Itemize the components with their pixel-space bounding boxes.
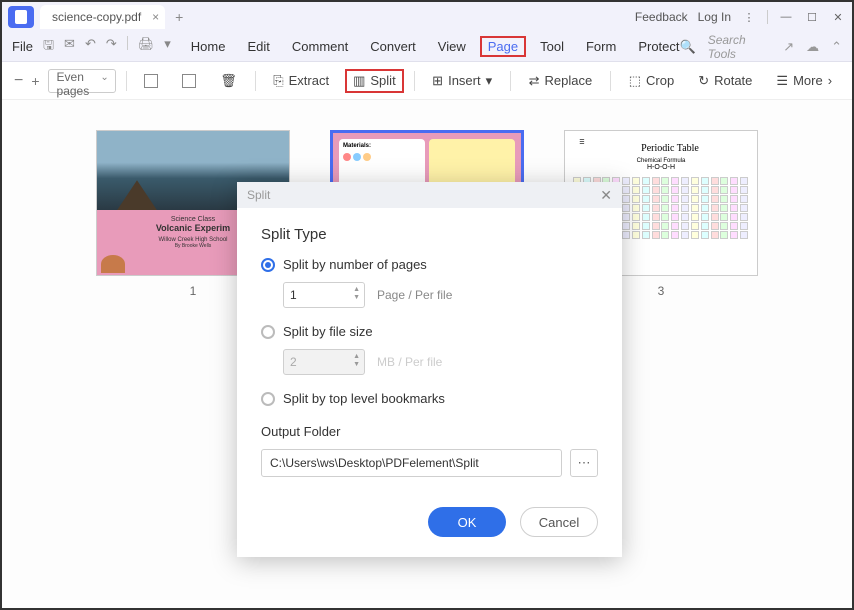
box-tool-2[interactable] <box>174 70 204 92</box>
feedback-link[interactable]: Feedback <box>635 10 688 24</box>
radio-split-pages[interactable]: Split by number of pages <box>261 257 598 272</box>
undo-icon[interactable]: ↶ <box>85 36 96 58</box>
split-dialog: Split ✕ Split Type Split by number of pa… <box>237 182 622 557</box>
menu-form[interactable]: Form <box>586 39 616 54</box>
radio-split-size[interactable]: Split by file size <box>261 324 598 339</box>
size-per-file-input: 2▲▼ <box>283 349 365 375</box>
dialog-titlebar: Split ✕ <box>237 182 622 208</box>
dialog-close-icon[interactable]: ✕ <box>600 187 612 204</box>
menu-comment[interactable]: Comment <box>292 39 348 54</box>
radio-split-bookmarks[interactable]: Split by top level bookmarks <box>261 391 598 406</box>
thumb-number: 3 <box>658 284 665 298</box>
login-link[interactable]: Log In <box>698 10 731 24</box>
browse-button[interactable]: ⋯ <box>570 449 598 477</box>
zoom-out-button[interactable]: − <box>14 72 23 90</box>
kebab-icon[interactable]: ⋮ <box>741 9 757 25</box>
menu-tool[interactable]: Tool <box>540 39 564 54</box>
cancel-button[interactable]: Cancel <box>520 507 598 537</box>
page-filter-select[interactable]: Even pages <box>48 69 116 93</box>
add-tab-button[interactable]: + <box>175 9 183 25</box>
menu-page[interactable]: Page <box>480 36 526 57</box>
menu-home[interactable]: Home <box>191 39 226 54</box>
ok-button[interactable]: OK <box>428 507 506 537</box>
zoom-in-button[interactable]: + <box>31 73 39 89</box>
minimize-icon[interactable]: — <box>778 9 794 25</box>
search-tools-input[interactable]: Search Tools <box>708 33 772 61</box>
app-icon <box>8 6 34 28</box>
radio-label: Split by number of pages <box>283 257 427 272</box>
delete-page-button[interactable]: 🗑 <box>212 69 245 93</box>
page-toolbar: − + Even pages 🗑 ⎘Extract ▥Split ⊞Insert… <box>2 62 852 100</box>
menu-protect[interactable]: Protect <box>638 39 679 54</box>
search-icon[interactable]: 🔍 <box>680 39 696 55</box>
radio-icon <box>261 325 275 339</box>
mail-icon[interactable]: ✉ <box>64 36 75 58</box>
menu-convert[interactable]: Convert <box>370 39 416 54</box>
box-tool-1[interactable] <box>136 70 166 92</box>
dialog-title-text: Split <box>247 188 270 202</box>
split-type-heading: Split Type <box>261 226 598 243</box>
more-button[interactable]: ☰ More › <box>768 69 840 93</box>
radio-icon <box>261 392 275 406</box>
output-path-input[interactable]: C:\Users\ws\Desktop\PDFelement\Split <box>261 449 562 477</box>
dropdown-icon[interactable]: ▾ <box>164 36 171 58</box>
pages-per-file-input[interactable]: 1▲▼ <box>283 282 365 308</box>
output-folder-heading: Output Folder <box>261 424 598 439</box>
size-unit-label: MB / Per file <box>377 355 442 369</box>
radio-label: Split by file size <box>283 324 373 339</box>
menubar: File 🖫 ✉ ↶ ↷ 🖨 ▾ Home Edit Comment Conve… <box>2 32 852 62</box>
radio-label: Split by top level bookmarks <box>283 391 445 406</box>
print-icon[interactable]: 🖨 <box>138 36 155 58</box>
save-icon[interactable]: 🖫 <box>43 36 54 58</box>
titlebar: science-copy.pdf × + Feedback Log In ⋮ —… <box>2 2 852 32</box>
replace-button[interactable]: ⇄Replace <box>521 69 601 93</box>
split-button[interactable]: ▥Split <box>345 69 404 93</box>
thumb-number: 1 <box>190 284 197 298</box>
share-icon[interactable]: ↗ <box>783 39 794 55</box>
radio-icon <box>261 258 275 272</box>
redo-icon[interactable]: ↷ <box>106 36 117 58</box>
menu-file[interactable]: File <box>12 39 33 54</box>
document-tab[interactable]: science-copy.pdf × <box>40 5 165 29</box>
close-tab-icon[interactable]: × <box>152 10 159 24</box>
crop-button[interactable]: ⬚Crop <box>621 69 682 93</box>
cloud-icon[interactable]: ☁ <box>806 39 819 55</box>
insert-button[interactable]: ⊞Insert▾ <box>424 69 500 93</box>
menu-view[interactable]: View <box>438 39 466 54</box>
menu-edit[interactable]: Edit <box>247 39 269 54</box>
rotate-button[interactable]: ↻Rotate <box>690 69 760 93</box>
pages-unit-label: Page / Per file <box>377 288 452 302</box>
extract-button[interactable]: ⎘Extract <box>265 69 337 93</box>
maximize-icon[interactable]: ☐ <box>804 9 820 25</box>
tab-filename: science-copy.pdf <box>52 10 141 24</box>
expand-icon[interactable]: ⌃ <box>831 39 842 55</box>
close-window-icon[interactable]: ✕ <box>830 9 846 25</box>
